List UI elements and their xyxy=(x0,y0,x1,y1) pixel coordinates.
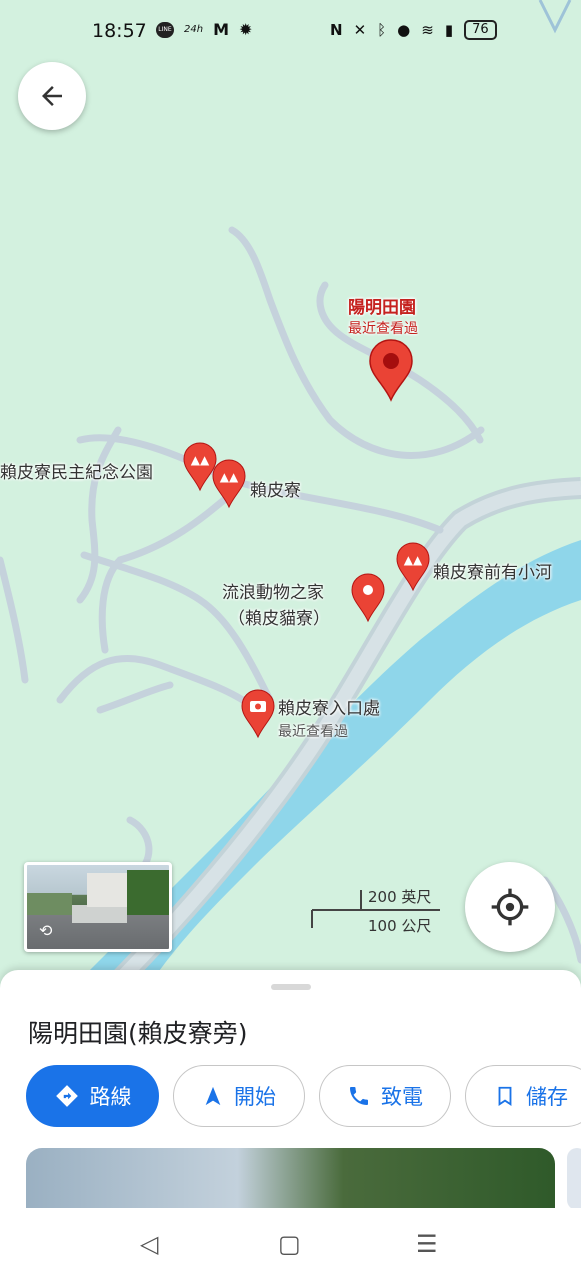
phone-icon xyxy=(350,1087,368,1105)
vibrate-off-icon: ✕ xyxy=(353,21,367,39)
system-nav-bar: ◁ ▢ ☰ xyxy=(0,1208,581,1280)
poi-label-memorial-park[interactable]: 賴皮寮民主紀念公園 xyxy=(0,458,153,483)
save-button[interactable]: 儲存 xyxy=(465,1065,581,1127)
nav-back-icon[interactable]: ◁ xyxy=(140,1230,158,1258)
nfc-icon: N xyxy=(330,21,343,39)
24h-icon: 24h xyxy=(184,24,204,35)
line-icon: LINE xyxy=(156,21,174,38)
poi-label-laipiliao[interactable]: 賴皮寮 xyxy=(250,476,301,501)
place-photo-next[interactable] xyxy=(567,1148,581,1210)
save-label: 儲存 xyxy=(526,1085,568,1109)
my-location-button[interactable] xyxy=(465,862,555,952)
svg-text:▲▲: ▲▲ xyxy=(191,453,210,467)
bluetooth-icon: ᛒ xyxy=(377,21,387,39)
location-icon: ● xyxy=(397,21,411,39)
directions-button[interactable]: 路線 xyxy=(26,1065,159,1127)
back-button[interactable] xyxy=(18,62,86,130)
poi-label-stream[interactable]: 賴皮寮前有小河 xyxy=(433,558,552,583)
start-button[interactable]: 開始 xyxy=(173,1065,305,1127)
scale-imperial: 200 英尺 xyxy=(368,888,432,906)
sheet-drag-handle[interactable] xyxy=(271,984,311,990)
wifi-icon: ≋ xyxy=(421,21,434,39)
signal-icon: ▮ xyxy=(444,21,454,39)
directions-label: 路線 xyxy=(89,1085,132,1109)
svg-text:▲▲: ▲▲ xyxy=(404,553,423,567)
selected-place-title[interactable]: 陽明田園 xyxy=(348,293,416,318)
selected-place-subtitle: 最近查看過 xyxy=(348,321,418,337)
navigation-arrow-icon xyxy=(205,1086,221,1106)
start-label: 開始 xyxy=(234,1085,276,1109)
poi-label-entrance[interactable]: 賴皮寮入口處 xyxy=(278,694,380,719)
map-scale: 200 英尺 100 公尺 xyxy=(310,884,440,935)
bookmark-icon xyxy=(498,1086,512,1106)
bug-icon: ✹ xyxy=(238,20,253,39)
poi-label-entrance-subtitle: 最近查看過 xyxy=(278,724,348,740)
place-title: 陽明田園(賴皮寮旁) xyxy=(28,1019,248,1048)
scale-metric: 100 公尺 xyxy=(368,917,432,935)
battery-icon: 76 xyxy=(464,20,497,40)
place-photo[interactable] xyxy=(26,1148,555,1210)
gmail-icon: M xyxy=(213,20,229,39)
svg-text:▲▲: ▲▲ xyxy=(220,470,239,484)
nav-home-icon[interactable]: ▢ xyxy=(278,1230,301,1258)
map-view[interactable]: ▲▲ ▲▲ ▲▲ 陽明田園 最近查看過 賴皮寮民主紀念公園 賴皮寮 賴皮寮前有小… xyxy=(0,0,581,1000)
status-bar: 18:57 LINE 24h M ✹ N ✕ ᛒ ● ≋ ▮ 76 xyxy=(0,0,581,64)
nav-menu-icon[interactable]: ☰ xyxy=(416,1230,438,1258)
poi-label-animal-shelter[interactable]: 流浪動物之家 xyxy=(222,578,324,603)
arrow-left-icon xyxy=(42,86,62,106)
status-time: 18:57 xyxy=(92,20,147,42)
rotate-360-icon: ⟲ xyxy=(39,921,53,940)
crosshair-icon xyxy=(491,888,529,926)
street-view-thumbnail[interactable]: ⟲ xyxy=(24,862,172,952)
poi-label-animal-shelter-line2: （賴皮貓寮） xyxy=(228,609,330,629)
directions-icon xyxy=(55,1085,78,1107)
call-button[interactable]: 致電 xyxy=(319,1065,451,1127)
selected-pin xyxy=(369,339,413,402)
call-label: 致電 xyxy=(381,1085,423,1109)
